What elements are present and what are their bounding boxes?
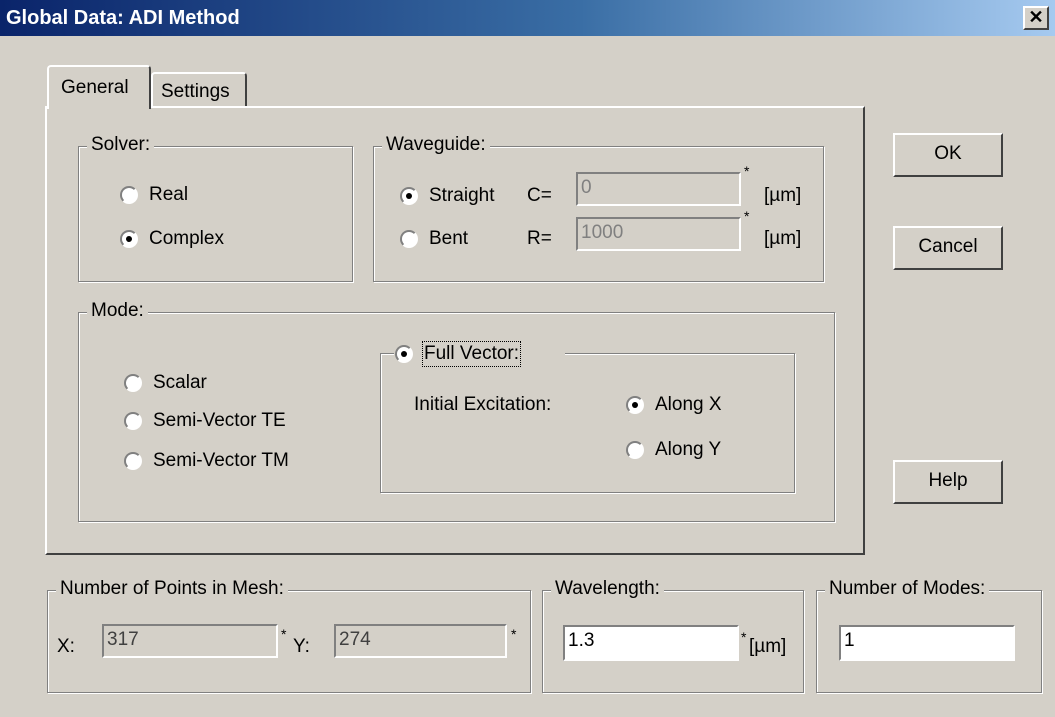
tab-settings[interactable]: Settings xyxy=(151,72,247,106)
mode-group: Mode: Scalar Semi-Vector TE Semi-Vector … xyxy=(78,300,835,522)
general-tab-page: Solver: Real Complex Waveguide: Straight… xyxy=(45,106,865,555)
mesh-x-star: * xyxy=(281,626,287,642)
solver-group: Solver: Real Complex xyxy=(78,134,353,282)
radio-button[interactable] xyxy=(124,412,142,430)
close-button[interactable]: ✕ xyxy=(1023,6,1049,30)
along-y-label: Along Y xyxy=(655,439,722,460)
wavelength-field[interactable]: 1.3 xyxy=(563,625,739,661)
mode-semi-tm-label: Semi-Vector TM xyxy=(153,450,289,471)
r-unit: [µm] xyxy=(764,228,802,249)
c-required-star: * xyxy=(744,163,750,179)
mesh-y-field[interactable]: 274 xyxy=(334,624,507,658)
radio-button[interactable] xyxy=(120,186,138,204)
wavelength-legend: Wavelength: xyxy=(551,578,664,600)
tab-settings-label: Settings xyxy=(161,81,230,102)
title-bar: Global Data: ADI Method ✕ xyxy=(0,0,1055,36)
along-x-label: Along X xyxy=(655,394,722,415)
wavelength-group: Wavelength: 1.3 * [µm] xyxy=(542,578,804,693)
solver-real-label: Real xyxy=(149,184,189,205)
tab-general[interactable]: General xyxy=(47,65,151,109)
radio-button[interactable] xyxy=(124,452,142,470)
solver-complex-label: Complex xyxy=(149,228,224,249)
modes-field[interactable]: 1 xyxy=(839,625,1015,661)
close-icon: ✕ xyxy=(1028,7,1044,27)
mesh-x-field[interactable]: 317 xyxy=(102,624,278,658)
waveguide-legend: Waveguide: xyxy=(382,134,490,156)
help-button[interactable]: Help xyxy=(893,460,1003,504)
modes-group: Number of Modes: 1 xyxy=(816,578,1042,693)
mesh-y-label: Y: xyxy=(293,636,310,657)
radio-button[interactable] xyxy=(120,230,138,248)
radio-button[interactable] xyxy=(124,374,142,392)
waveguide-straight-label: Straight xyxy=(429,185,495,206)
c-field[interactable]: 0 xyxy=(576,172,741,206)
radio-button[interactable] xyxy=(395,345,413,363)
r-field[interactable]: 1000 xyxy=(576,217,741,251)
full-vector-group: Full Vector: Initial Excitation: Along X… xyxy=(380,341,795,493)
wavelength-unit: [µm] xyxy=(749,636,787,657)
mesh-x-label: X: xyxy=(57,636,75,657)
initial-excitation-label: Initial Excitation: xyxy=(414,394,552,415)
r-required-star: * xyxy=(744,208,750,224)
full-vector-radio[interactable]: Full Vector: xyxy=(395,341,565,367)
radio-button[interactable] xyxy=(400,187,418,205)
full-vector-label: Full Vector: xyxy=(421,341,522,367)
waveguide-bent-label: Bent xyxy=(429,228,469,249)
mode-scalar-label: Scalar xyxy=(153,372,207,393)
tab-general-label: General xyxy=(61,77,129,98)
ok-button[interactable]: OK xyxy=(893,133,1003,177)
c-unit: [µm] xyxy=(764,185,802,206)
radio-button[interactable] xyxy=(400,230,418,248)
radio-button[interactable] xyxy=(626,441,644,459)
modes-legend: Number of Modes: xyxy=(825,578,990,600)
r-label: R= xyxy=(527,228,552,249)
mesh-legend: Number of Points in Mesh: xyxy=(56,578,288,600)
mode-legend: Mode: xyxy=(87,300,148,322)
solver-legend: Solver: xyxy=(87,134,155,156)
mode-semi-te-label: Semi-Vector TE xyxy=(153,410,286,431)
mesh-y-star: * xyxy=(511,626,517,642)
mesh-group: Number of Points in Mesh: X: 317 * Y: 27… xyxy=(47,578,531,693)
window-title: Global Data: ADI Method xyxy=(6,7,240,29)
radio-button[interactable] xyxy=(626,396,644,414)
wavelength-star: * xyxy=(741,629,747,645)
waveguide-group: Waveguide: Straight Bent C= 0 * [µm] R= … xyxy=(373,134,824,282)
cancel-button[interactable]: Cancel xyxy=(893,226,1003,270)
c-label: C= xyxy=(527,185,552,206)
